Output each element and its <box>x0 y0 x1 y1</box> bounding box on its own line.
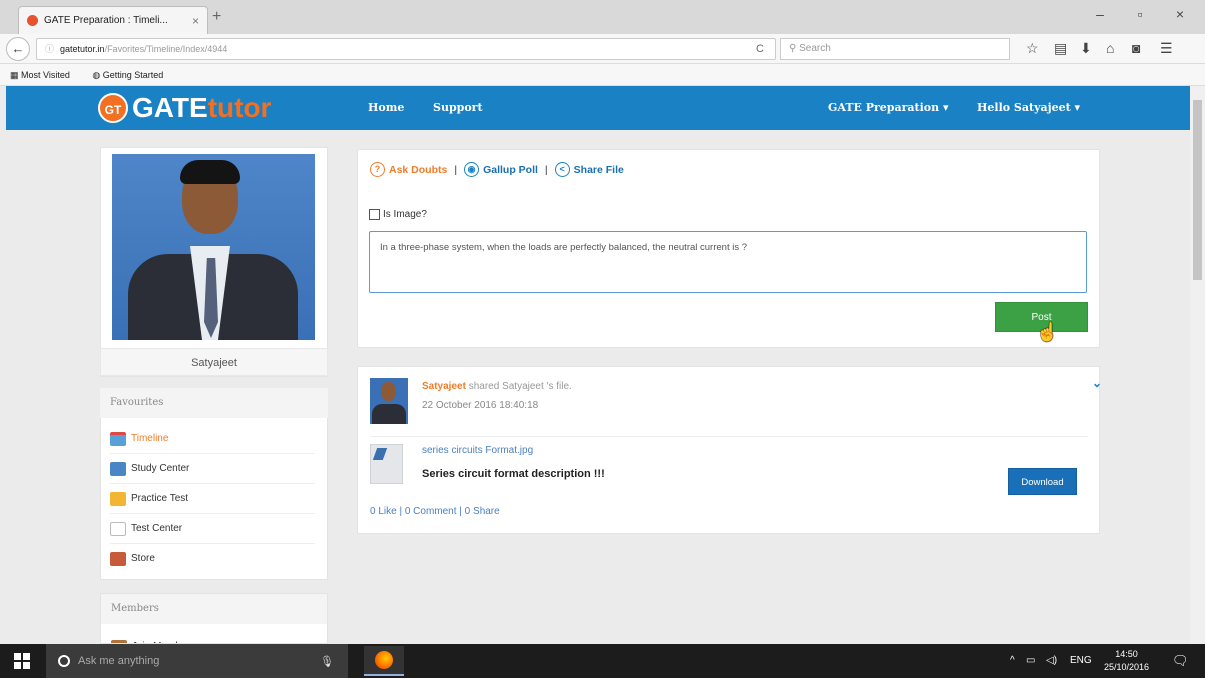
scrollbar-thumb[interactable] <box>1193 100 1202 280</box>
post-stats[interactable]: 0 Like | 0 Comment | 0 Share <box>370 506 500 517</box>
file-thumbnail-icon[interactable] <box>370 444 403 484</box>
nav-support[interactable]: Support <box>433 86 483 130</box>
reload-button[interactable]: C <box>756 38 764 60</box>
folder-icon <box>110 491 126 506</box>
post-divider <box>370 436 1088 437</box>
post-action: shared Satyajeet 's file. <box>468 381 572 392</box>
browser-search-input[interactable]: ⚲ Search <box>780 38 1010 60</box>
bookmark-getting-started[interactable]: ◍ Getting Started <box>92 70 173 80</box>
members-heading: Members <box>101 594 327 624</box>
language-indicator[interactable]: ENG <box>1070 644 1092 678</box>
test-icon <box>110 521 126 536</box>
logo-text-tutor: tutor <box>207 92 272 123</box>
page-scrollbar[interactable] <box>1190 86 1205 644</box>
tray-caret-icon[interactable]: ^ <box>1010 644 1015 678</box>
profile-photo[interactable] <box>112 154 315 340</box>
tab-title: GATE Preparation : Timeli... <box>44 15 168 26</box>
url-domain: gatetutor.in <box>60 44 105 54</box>
cortana-icon <box>58 655 70 667</box>
search-placeholder: Search <box>799 43 831 54</box>
sidebar-item-store[interactable]: Store <box>110 544 315 574</box>
compose-actions: ? Ask Doubts | ◉ Gallup Poll | < Share F… <box>370 162 624 177</box>
poll-icon: ◉ <box>464 162 480 177</box>
question-icon: ? <box>370 162 385 177</box>
search-icon: ⚲ <box>789 43 800 54</box>
logo-badge: GT <box>98 93 128 123</box>
clock-time: 14:50 <box>1115 649 1138 659</box>
clock-date: 25/10/2016 <box>1104 662 1150 672</box>
maximize-button[interactable]: ▫ <box>1125 6 1155 22</box>
sidebar-item-join-members[interactable]: Join Members <box>111 632 316 643</box>
nav-user-menu[interactable]: Hello Satyajeet ▾ <box>977 86 1080 130</box>
books-icon <box>110 461 126 476</box>
bookmark-most-visited[interactable]: ▦ Most Visited <box>10 70 80 80</box>
is-image-option[interactable]: Is Image? <box>369 209 427 220</box>
firefox-icon <box>375 651 393 669</box>
taskbar-search-input[interactable]: Ask me anything 🎙 <box>46 644 348 678</box>
menu-icon[interactable]: ☰ <box>1160 40 1173 57</box>
firefox-taskbar-button[interactable] <box>364 646 404 676</box>
browser-nav-bar: ← ⓘ gatetutor.in/Favorites/Timeline/Index… <box>0 34 1205 64</box>
file-name-link[interactable]: series circuits Format.jpg <box>422 445 533 456</box>
hand-cursor-icon: ☝ <box>1036 322 1059 342</box>
post-author-link[interactable]: Satyajeet <box>422 381 466 392</box>
site-favicon-icon <box>27 15 38 26</box>
windows-taskbar: Ask me anything 🎙 ^ ▭ ◁) ENG 14:50 25/10… <box>0 644 1205 678</box>
nav-gate-preparation[interactable]: GATE Preparation ▾ <box>828 86 948 130</box>
profile-name[interactable]: Satyajeet <box>100 348 328 376</box>
sidebar-item-study-center[interactable]: Study Center <box>110 454 315 484</box>
share-file-link[interactable]: Share File <box>574 164 624 176</box>
sidebar-item-practice-test[interactable]: Practice Test <box>110 484 315 514</box>
site-logo[interactable]: GT GATE tutor <box>98 92 271 124</box>
favourites-heading: Favourites <box>100 388 328 418</box>
volume-icon[interactable]: ◁) <box>1046 644 1057 678</box>
browser-tab-bar: GATE Preparation : Timeli... × + – ▫ × <box>0 0 1205 34</box>
store-icon <box>110 552 126 566</box>
back-button[interactable]: ← <box>6 37 30 61</box>
calendar-icon <box>110 431 126 446</box>
window-close-button[interactable]: × <box>1165 6 1195 22</box>
star-icon[interactable]: ☆ <box>1026 40 1039 57</box>
download-icon[interactable]: ⬇ <box>1080 40 1092 57</box>
is-image-checkbox[interactable] <box>369 209 380 220</box>
ask-doubts-link[interactable]: Ask Doubts <box>389 164 447 176</box>
download-button[interactable]: Download <box>1008 468 1077 495</box>
network-icon[interactable]: ▭ <box>1026 644 1035 678</box>
sidebar-item-timeline[interactable]: Timeline <box>110 424 315 454</box>
tab-close-button[interactable]: × <box>192 14 199 28</box>
windows-start-icon[interactable] <box>14 653 30 669</box>
site-info-icon[interactable]: ⓘ <box>45 44 54 54</box>
post-date: 22 October 2016 18:40:18 <box>422 400 539 411</box>
pocket-icon[interactable]: ◙ <box>1132 40 1140 56</box>
share-icon: < <box>554 162 570 177</box>
browser-tab[interactable]: GATE Preparation : Timeli... × <box>18 6 208 34</box>
notifications-icon[interactable]: 🗨 <box>1172 644 1189 678</box>
nav-home[interactable]: Home <box>368 86 404 130</box>
taskbar-search-placeholder: Ask me anything <box>78 655 160 667</box>
site-header: GT GATE tutor Home Support GATE Preparat… <box>6 86 1190 130</box>
is-image-label: Is Image? <box>383 209 427 220</box>
url-path: /Favorites/Timeline/Index/4944 <box>104 44 228 54</box>
new-tab-button[interactable]: + <box>212 8 221 26</box>
taskbar-clock[interactable]: 14:50 25/10/2016 <box>1104 648 1149 674</box>
file-description: Series circuit format description !!! <box>422 468 605 480</box>
logo-text-gate: GATE <box>132 92 208 123</box>
bookmarks-bar: ▦ Most Visited ◍ Getting Started <box>0 64 1205 86</box>
post-textarea[interactable]: In a three-phase system, when the loads … <box>369 231 1087 293</box>
members-card: Members Join Members <box>100 593 328 644</box>
minimize-button[interactable]: – <box>1085 6 1115 22</box>
post-header: Satyajeet shared Satyajeet 's file. <box>422 381 572 392</box>
gallup-poll-link[interactable]: Gallup Poll <box>483 164 538 176</box>
sidebar-item-test-center[interactable]: Test Center <box>110 514 315 544</box>
library-icon[interactable]: ▤ <box>1054 40 1067 57</box>
url-bar[interactable]: ⓘ gatetutor.in/Favorites/Timeline/Index/4… <box>36 38 776 60</box>
avatar[interactable] <box>370 378 408 424</box>
home-icon[interactable]: ⌂ <box>1106 40 1114 56</box>
microphone-icon[interactable]: 🎙 <box>320 655 334 668</box>
chevron-down-icon[interactable]: ⌄ <box>1092 376 1102 390</box>
